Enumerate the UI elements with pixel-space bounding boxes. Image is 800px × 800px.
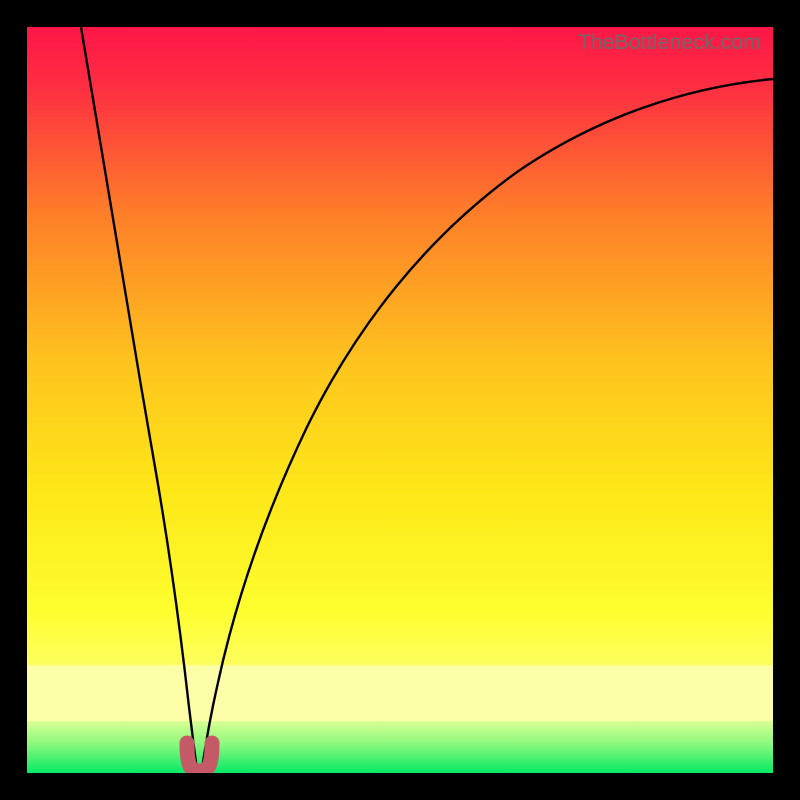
plot-area: TheBottleneck.com bbox=[27, 27, 773, 773]
valley-marker-icon bbox=[27, 27, 773, 773]
outer-frame: TheBottleneck.com bbox=[0, 0, 800, 800]
